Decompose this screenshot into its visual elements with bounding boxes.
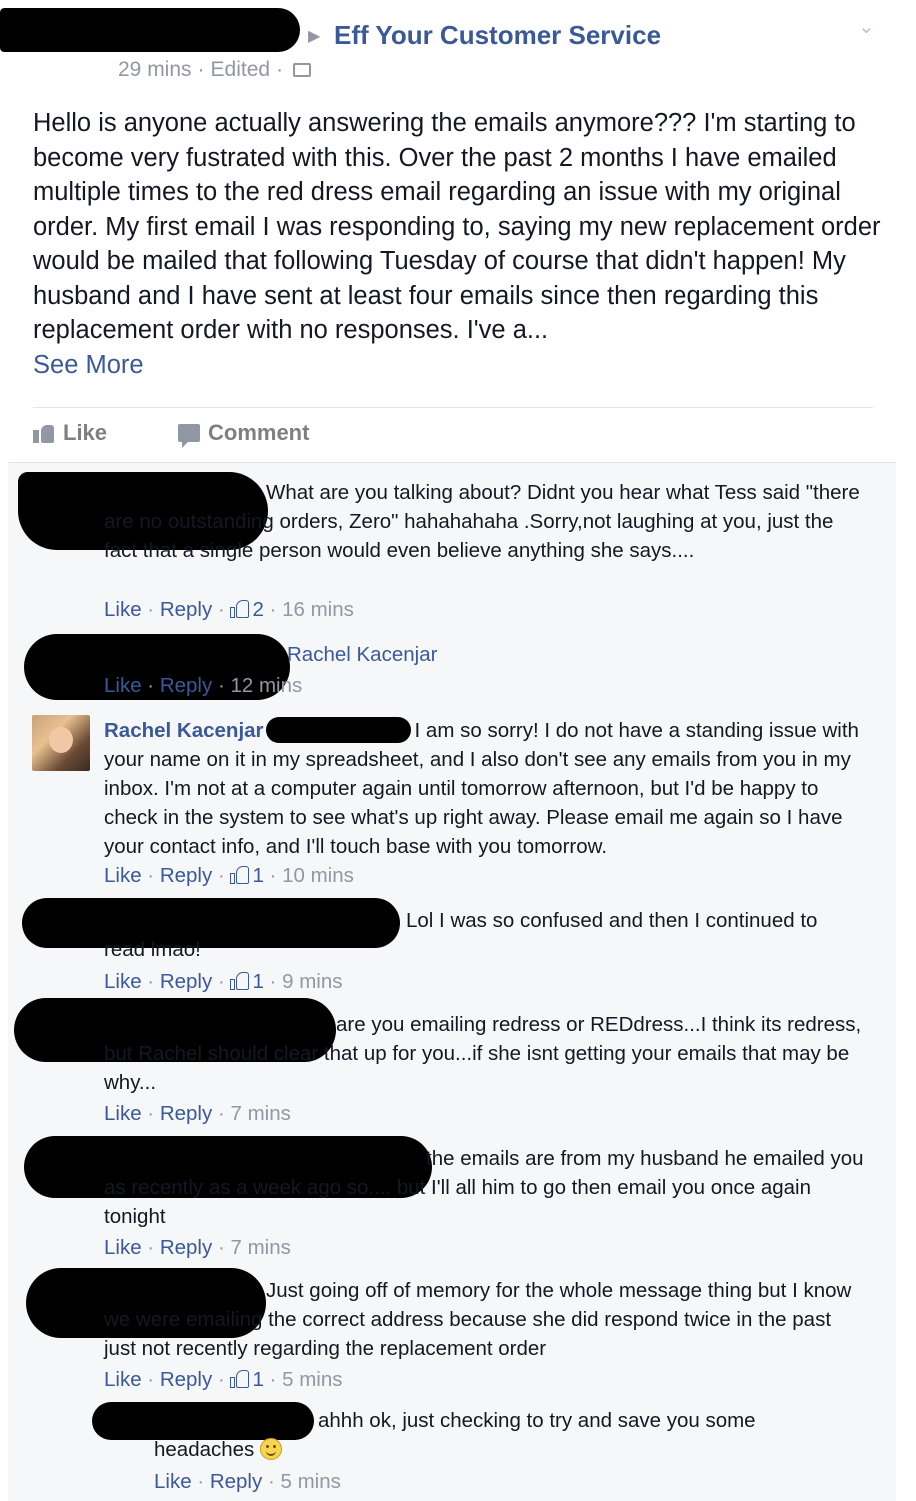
comment-actions: Like · Reply · 1 · 9 mins	[104, 970, 343, 993]
reply-reply-link[interactable]: Reply	[210, 1470, 262, 1493]
comment-like-link[interactable]: Like	[104, 970, 142, 993]
comment-reply-link[interactable]: Reply	[160, 970, 212, 993]
comment-like-link[interactable]: Like	[104, 674, 142, 697]
like-count[interactable]: 1	[252, 864, 263, 887]
comment-reply-link[interactable]: Reply	[160, 1102, 212, 1125]
post-text: Hello is anyone actually answering the e…	[33, 109, 881, 344]
comment-time[interactable]: 10 mins	[282, 864, 354, 887]
comment-time[interactable]: 5 mins	[282, 1368, 342, 1391]
comment-button[interactable]: Comment	[178, 420, 309, 448]
comment-text: are you emailing redress or REDdress...I…	[104, 1013, 862, 1094]
like-count[interactable]: 2	[252, 598, 263, 621]
comment-text: Rachel Kacenjar I am so sorry! I do not h…	[104, 717, 859, 858]
audience-icon[interactable]	[293, 63, 312, 77]
group-name-link[interactable]: Eff Your Customer Service	[334, 20, 661, 51]
comment-text: What are you talking about? Didnt you he…	[104, 481, 860, 562]
comment-text: Lol I was so confused and then I continu…	[104, 909, 818, 961]
comment-like-link[interactable]: Like	[104, 864, 142, 887]
comment-actions: Like · Reply · 2 · 16 mins	[104, 598, 354, 621]
comment-text: the emails are from my husband he emaile…	[104, 1147, 864, 1228]
comment-reply-link[interactable]: Reply	[160, 864, 212, 887]
chevron-down-icon[interactable]: ⌄	[858, 14, 875, 39]
comment-reply-link[interactable]: Reply	[160, 1236, 212, 1259]
avatar[interactable]	[32, 715, 90, 771]
reply-actions: Like · Reply · 5 mins	[154, 1470, 341, 1493]
redacted-author-name	[0, 8, 300, 52]
mention-rachel-kacenjar[interactable]: Rachel Kacenjar	[287, 643, 437, 666]
post-meta: 29 mins · Edited ·	[118, 58, 312, 82]
reply-like-link[interactable]: Like	[154, 1470, 192, 1493]
comment-reply-link[interactable]: Reply	[160, 1368, 212, 1391]
comment-actions: Like · Reply · 7 mins	[104, 1102, 291, 1125]
comment-actions: Like · Reply · 1 · 5 mins	[104, 1368, 343, 1391]
comment-actions: Like · Reply · 12 mins	[104, 674, 303, 697]
comment-time[interactable]: 7 mins	[230, 1236, 290, 1259]
thumbs-up-icon	[230, 600, 250, 618]
comment-text: Just going off of memory for the whole m…	[104, 1279, 852, 1360]
thumbs-up-icon	[230, 866, 250, 884]
divider	[33, 407, 873, 408]
comment-like-link[interactable]: Like	[104, 598, 142, 621]
comment-reply-link[interactable]: Reply	[160, 674, 212, 697]
comment-time[interactable]: 12 mins	[230, 674, 302, 697]
comment-text: Rachel Kacenjar	[287, 640, 437, 669]
comment-actions: Like · Reply · 1 · 10 mins	[104, 864, 354, 887]
reply-text: ahhh ok, just checking to try and save y…	[154, 1409, 756, 1461]
edited-label[interactable]: Edited	[211, 58, 271, 82]
post-header: ▶ Eff Your Customer Service 29 mins · Ed…	[0, 0, 916, 100]
comment-author[interactable]: Rachel Kacenjar	[104, 719, 264, 742]
comment-time[interactable]: 9 mins	[282, 970, 342, 993]
comment-like-link[interactable]: Like	[104, 1368, 142, 1391]
triangle-right-icon: ▶	[308, 28, 321, 45]
comment-time[interactable]: 16 mins	[282, 598, 354, 621]
comment-like-link[interactable]: Like	[104, 1236, 142, 1259]
post-body: Hello is anyone actually answering the e…	[33, 106, 883, 382]
smiley-emoji-icon	[260, 1438, 283, 1460]
comment-icon	[178, 424, 200, 448]
like-count[interactable]: 1	[252, 970, 263, 993]
reply-time[interactable]: 5 mins	[280, 1470, 340, 1493]
comment-reply-link[interactable]: Reply	[160, 598, 212, 621]
thumbs-up-icon	[33, 423, 55, 443]
post-time[interactable]: 29 mins	[118, 58, 192, 82]
see-more-link[interactable]: See More	[33, 348, 883, 383]
like-count[interactable]: 1	[252, 1368, 263, 1391]
thumbs-up-icon	[230, 972, 250, 990]
thumbs-up-icon	[230, 1370, 250, 1388]
like-button[interactable]: Like	[33, 420, 107, 446]
comment-time[interactable]: 7 mins	[230, 1102, 290, 1125]
redacted-mention	[265, 717, 411, 743]
comment-actions: Like · Reply · 7 mins	[104, 1236, 291, 1259]
comment-like-link[interactable]: Like	[104, 1102, 142, 1125]
